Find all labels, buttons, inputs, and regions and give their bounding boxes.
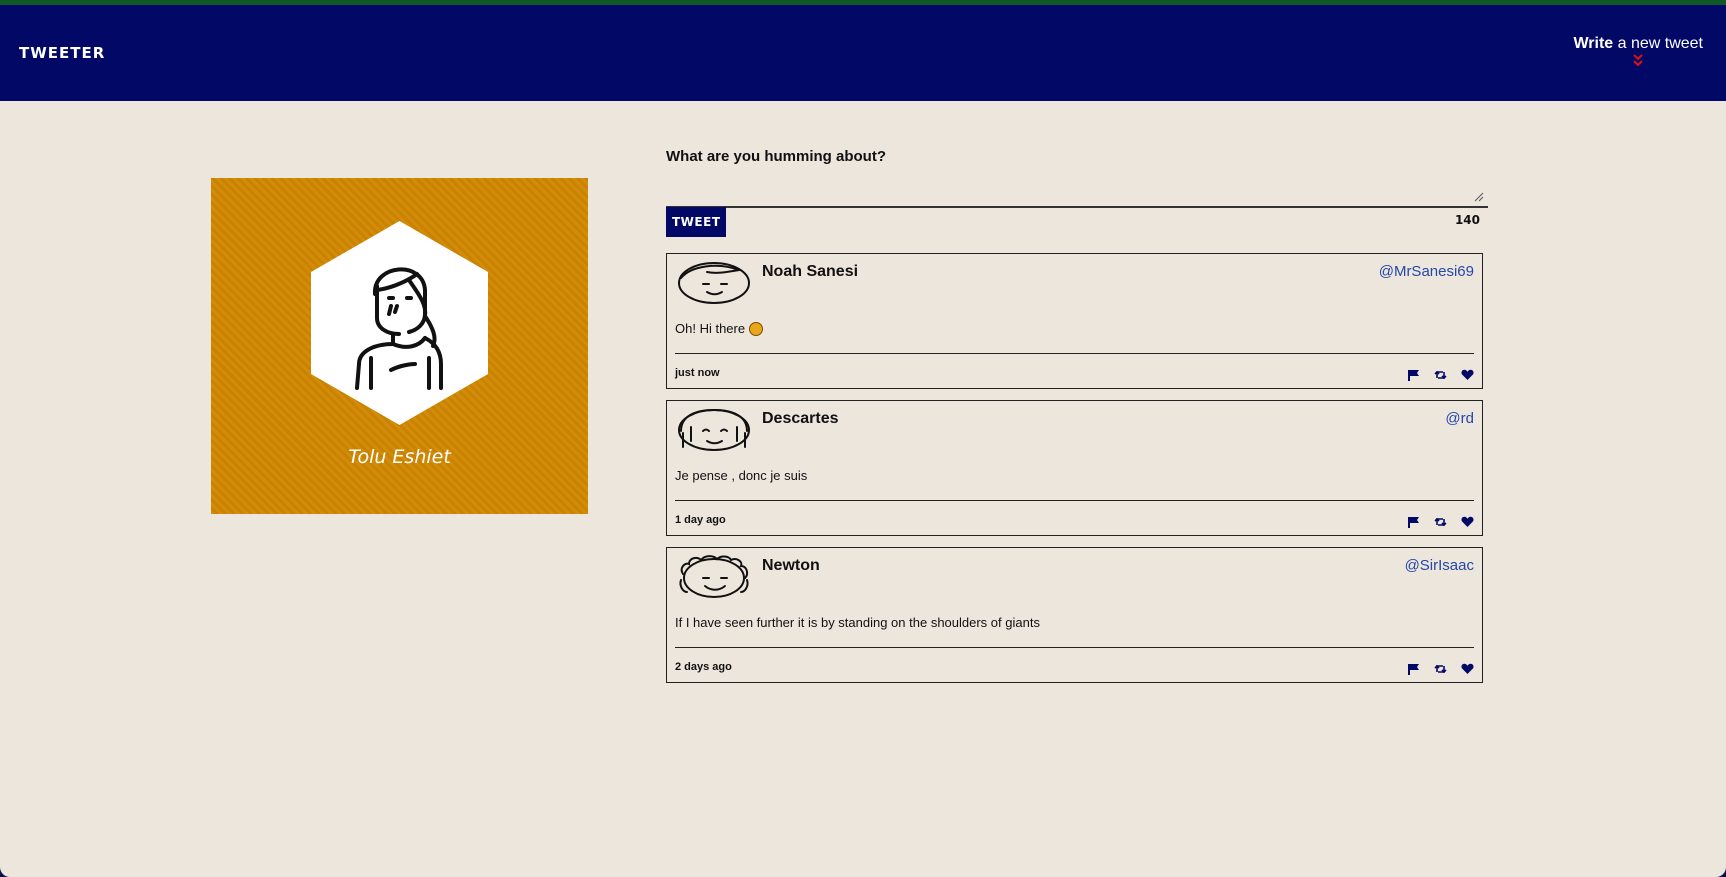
profile-name: Tolu Eshiet [348,446,451,468]
compose-label-bold: Write [1573,35,1614,52]
tweet-actions [1407,515,1474,528]
tweet-author[interactable]: Descartes [762,410,839,428]
user-avatar-icon [679,555,749,598]
profile-card: Tolu Eshiet [211,178,588,514]
grinning-face-icon [748,322,763,336]
resize-handle-icon[interactable] [1474,192,1484,202]
tweet-actions [1407,368,1474,381]
composer-prompt: What are you humming about? [666,148,886,165]
heart-icon[interactable] [1461,662,1474,674]
navbar: TWEETER Write a new tweet [0,5,1726,101]
user-avatar-icon [678,408,750,451]
char-counter: 140 [1454,213,1480,227]
page: TWEETER Write a new tweet Tolu Eshiet Wh… [0,0,1726,877]
retweet-icon[interactable] [1434,368,1447,380]
divider [675,647,1474,648]
tweet-handle[interactable]: @SirIsaac [1405,557,1474,574]
tweet-button[interactable]: TWEET [666,207,726,237]
retweet-icon[interactable] [1434,515,1447,527]
tweet-text: Je pense , donc je suis [675,468,808,483]
compose-label: a new tweet [1613,35,1703,52]
tweet-timestamp: just now [675,367,720,379]
tweet-timestamp: 1 day ago [675,514,726,526]
tweet-card: Newton @SirIsaac If I have seen further … [666,547,1483,683]
heart-icon[interactable] [1461,368,1474,380]
avatar-icon [355,267,443,390]
tweet-body: Oh! Hi there [675,321,763,336]
tweet-text: Oh! Hi there [675,321,749,336]
flag-icon[interactable] [1407,662,1420,675]
chevron-down-icon[interactable] [1631,53,1645,69]
tweet-handle[interactable]: @rd [1445,410,1474,427]
flag-icon[interactable] [1407,368,1420,381]
write-tweet-toggle[interactable]: Write a new tweet [1573,35,1703,69]
brand-logo[interactable]: TWEETER [19,44,105,62]
flag-icon[interactable] [1407,515,1420,528]
tweet-timestamp: 2 days ago [675,661,732,673]
retweet-icon[interactable] [1434,662,1447,674]
tweet-handle[interactable]: @MrSanesi69 [1379,263,1474,280]
heart-icon[interactable] [1461,515,1474,527]
divider [675,500,1474,501]
divider [675,353,1474,354]
user-avatar-icon [678,262,750,304]
tweet-actions [1407,662,1474,675]
tweet-card: Noah Sanesi @MrSanesi69 Oh! Hi there jus… [666,253,1483,389]
tweet-author[interactable]: Newton [762,557,820,575]
tweet-text: If I have seen further it is by standing… [675,615,1040,630]
tweet-textarea[interactable] [666,170,1488,208]
tweet-card: Descartes @rd Je pense , donc je suis 1 … [666,400,1483,536]
tweet-author[interactable]: Noah Sanesi [762,263,858,281]
